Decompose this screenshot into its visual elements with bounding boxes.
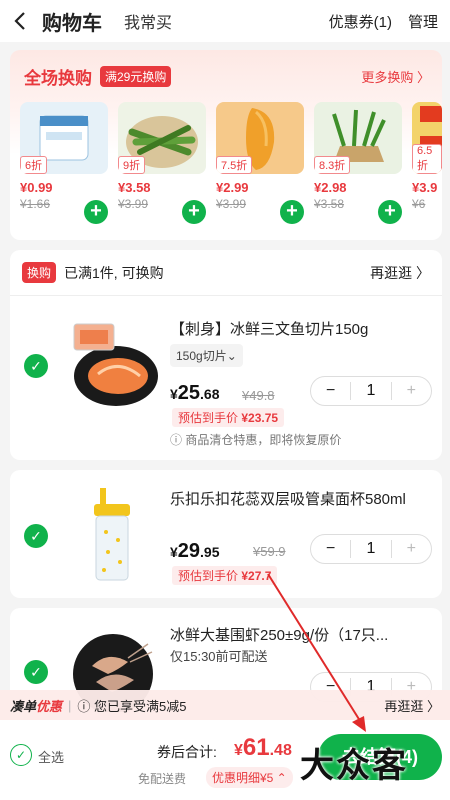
tab-frequently-bought[interactable]: 我常买 xyxy=(124,9,172,33)
quantity-value[interactable]: 1 xyxy=(350,540,392,558)
discount-tag: 7.5折 xyxy=(216,156,253,174)
product-image: 9折 xyxy=(118,102,206,174)
discount-detail-toggle[interactable]: 优惠明细¥5 ⌃ xyxy=(206,767,293,788)
add-exchange-button[interactable]: + xyxy=(182,200,206,224)
exchange-item[interactable]: 6.5折 ¥3.9 ¥6 xyxy=(412,102,442,211)
product-price: ¥29.95 xyxy=(170,540,220,562)
promo-info: ⓘ 您已享受满5减5 xyxy=(77,698,187,714)
product-image xyxy=(68,318,158,408)
discount-tag: 8.3折 xyxy=(314,156,351,174)
promo-brand-highlight: 优惠 xyxy=(36,698,63,714)
product-image: 6折 xyxy=(20,102,108,174)
exchange-item[interactable]: 8.3折 ¥2.98 ¥3.58 + xyxy=(314,102,402,224)
exchange-row[interactable]: 换购 已满1件, 可换购 再逛逛 〉 xyxy=(10,250,442,296)
add-on-promo-bar[interactable]: 凑单 优惠 | ⓘ 您已享受满5减5 再逛逛 〉 xyxy=(0,690,450,720)
manage-button[interactable]: 管理 xyxy=(408,11,438,32)
promo-brand: 凑单 xyxy=(10,698,37,714)
exchange-item[interactable]: 6折 ¥0.99 ¥1.66 + xyxy=(20,102,108,224)
product-image xyxy=(78,488,168,581)
exchange-price: ¥2.99 xyxy=(216,180,249,195)
product-name[interactable]: 乐扣乐扣花蕊双层吸管桌面杯580ml xyxy=(170,488,406,509)
estimated-price: 预估到手价 ¥23.75 xyxy=(172,408,285,427)
product-price: ¥25.68 xyxy=(170,382,220,404)
chevron-left-icon xyxy=(14,12,25,30)
original-price: ¥49.8 xyxy=(242,388,275,403)
delivery-note: 仅15:30前可配送 xyxy=(170,649,268,664)
spec-selector[interactable]: 150g切片⌄ xyxy=(170,344,243,367)
select-all-label[interactable]: 全选 xyxy=(38,747,64,766)
exchange-title: 全场换购 xyxy=(24,69,92,88)
more-exchange-link[interactable]: 更多换购 〉 xyxy=(361,67,430,86)
browse-more-link[interactable]: 再逛逛 〉 xyxy=(370,263,430,283)
item-checkbox[interactable]: ✓ xyxy=(24,524,48,548)
product-image: 8.3折 xyxy=(314,102,402,174)
page-title: 购物车 xyxy=(42,12,102,35)
discount-tag: 6.5折 xyxy=(412,144,442,174)
clearance-note: ⓘ 商品清仓特惠，即将恢复原价 xyxy=(170,433,342,447)
add-exchange-button[interactable]: + xyxy=(378,200,402,224)
product-name[interactable]: 【刺身】冰鲜三文鱼切片150g xyxy=(170,318,368,339)
item-checkbox[interactable]: ✓ xyxy=(24,354,48,378)
cart-group: ✓ 乐扣乐扣花蕊双层吸管桌面杯580ml ¥29.95 ¥59.9 预估到手价 … xyxy=(10,470,442,598)
total-label: 券后合计: xyxy=(157,744,217,760)
product-image: 6.5折 xyxy=(412,102,442,174)
exchange-section: 全场换购 满29元换购 更多换购 〉 6折 ¥0.99 ¥1.66 + 9折 ¥… xyxy=(10,50,442,240)
discount-tag: 9折 xyxy=(118,156,146,174)
estimated-price: 预估到手价 ¥27.7 xyxy=(172,566,278,585)
product-name[interactable]: 冰鲜大基围虾250±9g/份（17只... xyxy=(170,624,388,645)
add-exchange-button[interactable]: + xyxy=(84,200,108,224)
cart-group: 换购 已满1件, 可换购 再逛逛 〉 ✓ 【刺身】冰鲜三文鱼切片150g 150… xyxy=(10,250,442,460)
exchange-tag: 换购 xyxy=(22,262,57,283)
coupon-link[interactable]: 优惠券(1) xyxy=(329,11,392,32)
exchange-status: 已满1件, 可换购 xyxy=(64,264,164,281)
original-price: ¥59.9 xyxy=(253,544,286,559)
select-all-checkbox[interactable]: ✓ xyxy=(10,744,32,766)
exchange-price: ¥0.99 xyxy=(20,180,53,195)
top-nav-bar: 购物车 我常买 优惠券(1) 管理 xyxy=(0,0,450,42)
exchange-price: ¥3.58 xyxy=(118,180,151,195)
decrease-button[interactable]: − xyxy=(311,540,350,558)
watermark-text: 大众客 xyxy=(300,746,408,786)
add-exchange-button[interactable]: + xyxy=(280,200,304,224)
exchange-item[interactable]: 9折 ¥3.58 ¥3.99 + xyxy=(118,102,206,224)
exchange-item[interactable]: 7.5折 ¥2.99 ¥3.99 + xyxy=(216,102,304,224)
item-checkbox[interactable]: ✓ xyxy=(24,660,48,684)
increase-button[interactable]: + xyxy=(392,540,431,558)
decrease-button[interactable]: − xyxy=(311,382,350,400)
free-shipping-label: 免配送费 xyxy=(138,772,187,786)
exchange-badge: 满29元换购 xyxy=(100,66,172,87)
quantity-stepper: − 1 + xyxy=(310,534,432,564)
total-amount: ¥61.48 xyxy=(234,734,292,761)
quantity-value[interactable]: 1 xyxy=(350,382,392,400)
exchange-price: ¥3.9 xyxy=(412,180,438,195)
back-button[interactable] xyxy=(0,0,40,42)
promo-browse-link[interactable]: 再逛逛 〉 xyxy=(384,696,440,715)
exchange-orig-price: ¥6 xyxy=(412,197,426,211)
increase-button[interactable]: + xyxy=(392,382,431,400)
product-image: 7.5折 xyxy=(216,102,304,174)
exchange-price: ¥2.98 xyxy=(314,180,347,195)
discount-tag: 6折 xyxy=(20,156,48,174)
quantity-stepper: − 1 + xyxy=(310,376,432,406)
